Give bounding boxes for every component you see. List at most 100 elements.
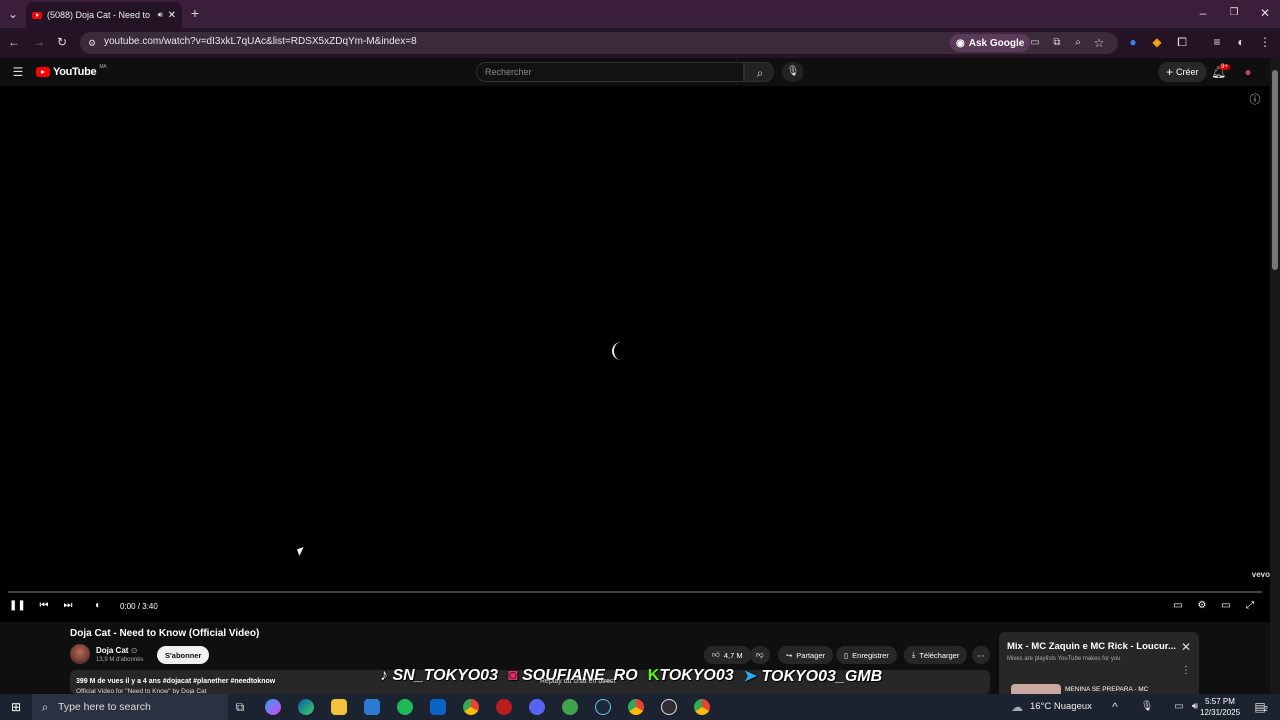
share-icon: ↪	[786, 650, 793, 660]
pause-icon[interactable]: ❚❚	[9, 600, 26, 612]
progress-bar[interactable]	[8, 591, 1262, 593]
subtitles-icon[interactable]: ▭	[1171, 600, 1185, 612]
discord-icon[interactable]	[529, 699, 545, 715]
back-icon[interactable]: ←	[7, 35, 21, 49]
bookmark-star-icon[interactable]: ☆	[1092, 36, 1106, 50]
scrollbar-thumb[interactable]	[1272, 70, 1278, 270]
close-window-icon[interactable]: ✕	[1258, 6, 1272, 20]
task-view-icon[interactable]: ⧉	[233, 700, 247, 714]
bookmark-icon: ▯	[844, 650, 849, 660]
microsoft-store-icon[interactable]	[364, 699, 380, 715]
taskbar-search-placeholder: Type here to search	[58, 701, 151, 713]
fullscreen-icon[interactable]: ⤢	[1243, 600, 1257, 612]
translate-icon[interactable]: ⧉	[1050, 36, 1064, 50]
app-red-icon[interactable]	[496, 699, 512, 715]
file-explorer-icon[interactable]	[331, 699, 347, 715]
instagram-icon: ◙	[507, 667, 518, 684]
reload-icon[interactable]: ↻	[55, 35, 69, 49]
like-button[interactable]: 👍︎ 4,7 M	[704, 646, 751, 664]
new-tab-icon[interactable]: +	[188, 6, 202, 20]
chrome-active-icon[interactable]	[694, 699, 710, 715]
edge-icon[interactable]	[298, 699, 314, 715]
minimize-icon[interactable]: –	[1196, 6, 1210, 20]
outlook-icon[interactable]	[430, 699, 446, 715]
account-avatar[interactable]: ●	[1241, 65, 1255, 79]
reading-list-icon[interactable]: ≡	[1210, 35, 1224, 49]
address-bar[interactable]: ⚙ youtube.com/watch?v=dI3xkL7qUAc&list=R…	[80, 32, 1118, 54]
theater-mode-icon[interactable]: ▭	[1219, 600, 1233, 612]
extension-orange-icon[interactable]: ◆	[1150, 35, 1164, 49]
site-info-icon[interactable]: ⚙	[85, 36, 99, 50]
chrome-profile-icon[interactable]	[628, 699, 644, 715]
channel-name[interactable]: Doja Cat ⊙	[96, 646, 137, 655]
extensions-puzzle-icon[interactable]: ⧠	[1175, 35, 1189, 49]
zoom-icon[interactable]: ⌕	[1071, 36, 1085, 50]
video-player[interactable]: ⓘ vevo ❚❚ ⏮︎ ⏭︎ ◖ 0:00 / 3:40 ▭ ⚙ ▭ ⤢	[0, 86, 1270, 622]
browser-tab[interactable]: (5088) Doja Cat - Need to K 🔊︎ ✕	[26, 2, 182, 28]
network-icon[interactable]: ▭	[1172, 700, 1186, 714]
tab-close-icon[interactable]: ✕	[168, 10, 176, 21]
info-icon[interactable]: ⓘ	[1248, 93, 1262, 107]
kick-handle: KTOKYO03	[648, 667, 734, 685]
search-button[interactable]: ⌕	[744, 62, 774, 82]
tab-search-chevron-icon[interactable]: ⌄	[6, 7, 20, 21]
speaker-icon[interactable]: 🔊︎	[158, 10, 163, 20]
mix-title[interactable]: Mix - MC Zaquin e MC Rick - Loucur...	[1007, 641, 1177, 652]
create-button[interactable]: + Créer	[1158, 62, 1207, 82]
spotify-icon[interactable]	[397, 699, 413, 715]
obs-icon[interactable]	[661, 699, 677, 715]
weather-text[interactable]: 16°C Nuageux	[1030, 701, 1092, 712]
profile-avatar-icon[interactable]: ◐	[1234, 35, 1248, 49]
telegram-handle-text: TOKYO03_GMB	[761, 668, 883, 685]
channel-avatar[interactable]	[70, 644, 90, 664]
mix-playlist-panel: Mix - MC Zaquin e MC Rick - Loucur... Mi…	[999, 632, 1199, 694]
taskbar-search-input[interactable]: ⌕ Type here to search	[32, 694, 228, 720]
copilot-icon[interactable]	[265, 699, 281, 715]
cast-icon[interactable]: ▭	[1028, 36, 1042, 50]
youtube-logo[interactable]: YouTube MA	[36, 64, 107, 78]
windows-start-icon[interactable]: ⊞	[9, 700, 23, 714]
tray-chevron-icon[interactable]: ^	[1108, 700, 1122, 714]
like-count: 4,7 M	[723, 650, 743, 660]
voice-search-button[interactable]: 🎙︎	[782, 62, 804, 82]
browser-menu-icon[interactable]: ⋮	[1258, 35, 1272, 49]
volume-icon[interactable]: ◖	[90, 600, 104, 612]
taskbar-clock[interactable]: 5:57 PM 12/31/2025	[1200, 696, 1240, 718]
cloud-weather-icon[interactable]: ☁	[1010, 700, 1024, 714]
settings-gear-icon[interactable]: ⚙	[1195, 600, 1209, 612]
mix-close-icon[interactable]: ✕	[1179, 640, 1193, 654]
chrome-icon[interactable]	[463, 699, 479, 715]
previous-icon[interactable]: ⏮︎	[37, 600, 51, 612]
save-button[interactable]: ▯ Enregistrer	[836, 646, 897, 664]
thumbs-up-icon: 👍︎	[712, 650, 720, 659]
restore-icon[interactable]: ❐	[1227, 6, 1241, 20]
mix-item-thumbnail[interactable]	[1011, 684, 1061, 694]
microphone-tray-icon[interactable]: 🎙︎	[1140, 700, 1154, 714]
microphone-icon: 🎙︎	[786, 66, 800, 77]
download-button[interactable]: ⤓ Télécharger	[904, 646, 968, 664]
subscribe-button[interactable]: S'abonner	[157, 646, 210, 664]
mix-subtitle: Mixes are playlists YouTube makes for yo…	[1007, 656, 1121, 662]
extension-blue-icon[interactable]: ●	[1126, 35, 1140, 49]
telegram-handle: ➤ TOKYO03_GMB	[744, 666, 882, 686]
more-actions-button[interactable]: ⋯	[972, 646, 990, 664]
more-horizontal-icon: ⋯	[977, 650, 985, 660]
hamburger-menu-icon[interactable]: ☰	[11, 65, 25, 79]
forward-icon[interactable]: →	[32, 35, 46, 49]
search-input[interactable]: Rechercher	[476, 62, 744, 82]
ask-google-button[interactable]: ◉ Ask Google	[950, 34, 1031, 52]
next-icon[interactable]: ⏭︎	[61, 600, 75, 612]
telegram-icon: ➤	[743, 668, 758, 685]
mix-more-icon[interactable]: ⋮	[1179, 664, 1193, 678]
steam-icon[interactable]	[595, 699, 611, 715]
dislike-button[interactable]: 👎︎	[750, 646, 770, 664]
utorrent-icon[interactable]	[562, 699, 578, 715]
mix-item-title[interactable]: MENINA SE PREPARA - MC	[1065, 686, 1148, 693]
share-button[interactable]: ↪ Partager	[778, 646, 834, 664]
clock-date: 12/31/2025	[1200, 708, 1241, 717]
player-controls: ❚❚ ⏮︎ ⏭︎ ◖ 0:00 / 3:40 ▭ ⚙ ▭ ⤢	[0, 598, 1270, 618]
notifications-badge: 9+	[1219, 64, 1230, 70]
chat-replay-label[interactable]: Replay du chat en direct	[540, 678, 616, 685]
stream-overlay: ♪ SN_TOKYO03 ◙ SOUFIANE_RO KTOKYO03 ➤ TO…	[380, 665, 882, 687]
page-scrollbar[interactable]	[1270, 58, 1280, 694]
